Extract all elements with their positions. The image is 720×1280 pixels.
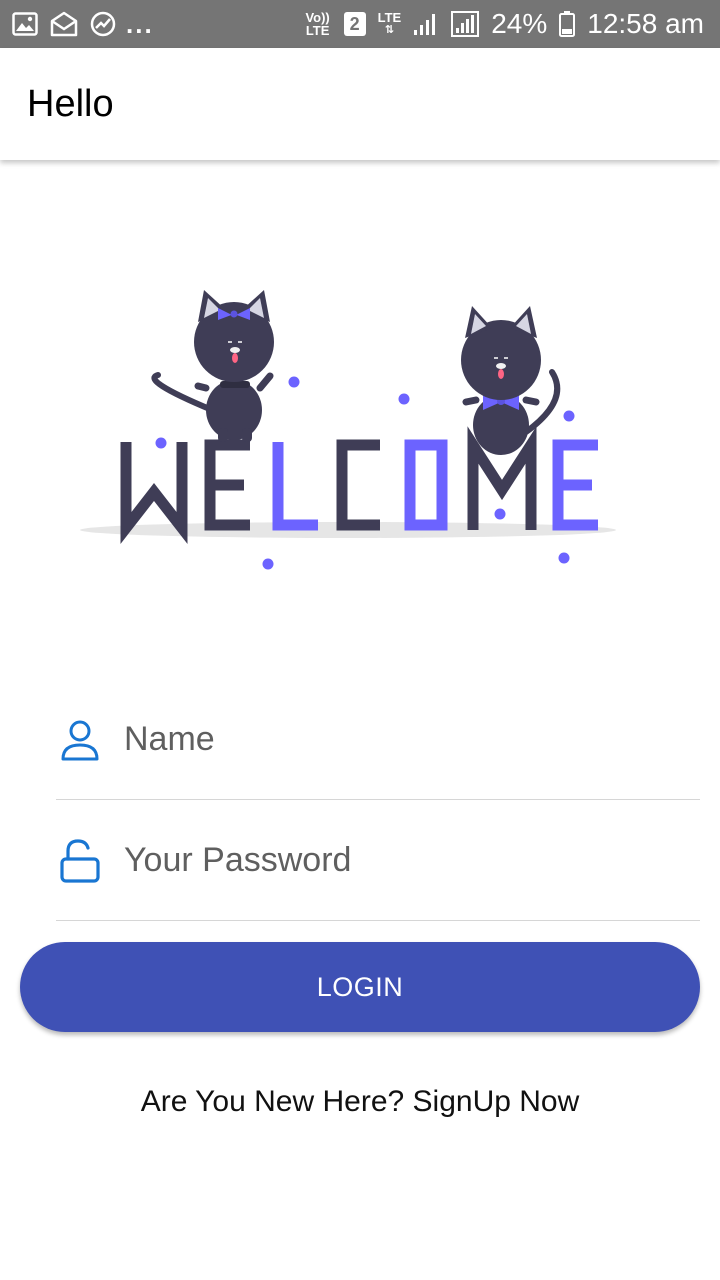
- image-icon: [12, 12, 38, 36]
- login-button[interactable]: LOGIN: [20, 942, 700, 1032]
- cat-right: [461, 306, 561, 455]
- signup-link[interactable]: Are You New Here? SignUp Now: [0, 1085, 720, 1119]
- notification-icons: ...: [12, 9, 154, 40]
- name-field: [56, 680, 700, 800]
- lock-open-icon: [56, 837, 104, 885]
- status-bar: ... Vo)) LTE 2 LTE ⇅ 24% 12:58 am: [0, 0, 720, 48]
- trending-icon: [90, 11, 116, 37]
- welcome-cats-image: [80, 290, 616, 570]
- mail-open-icon: [50, 11, 78, 37]
- sim-2-icon: 2: [343, 12, 366, 36]
- page-title: Hello: [27, 82, 114, 125]
- signal-icon: [413, 12, 439, 36]
- more-notifications-indicator: ...: [126, 8, 154, 39]
- clock: 12:58 am: [587, 8, 704, 39]
- battery-percent: 24%: [491, 8, 548, 39]
- cat-left: [151, 290, 274, 442]
- person-icon: [56, 716, 104, 764]
- password-input[interactable]: [124, 841, 684, 880]
- volte-icon: Vo)) LTE: [305, 10, 330, 38]
- password-field: [56, 801, 700, 921]
- data-arrows-icon: ⇅: [384, 24, 395, 36]
- lte-data-icon: LTE ⇅: [378, 11, 402, 37]
- system-icons: Vo)) LTE 2 LTE ⇅ 24% 12:58 am: [304, 8, 704, 40]
- battery-icon: [559, 11, 576, 37]
- name-input[interactable]: [124, 720, 684, 759]
- welcome-illustration: [80, 280, 640, 580]
- lte-label: LTE: [377, 10, 402, 25]
- app-bar: Hello: [0, 48, 720, 160]
- signal-icon: [451, 11, 480, 37]
